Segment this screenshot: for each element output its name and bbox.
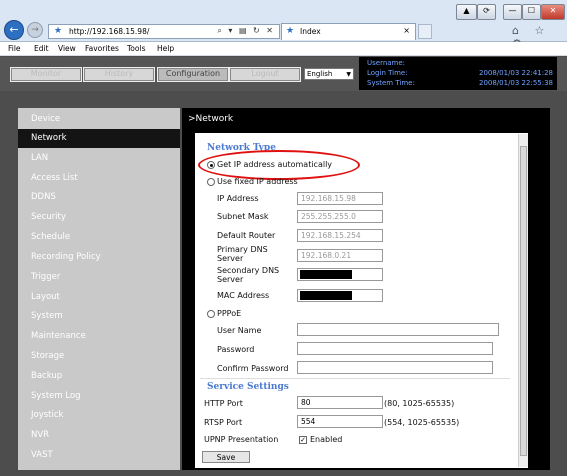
radio-pppoe[interactable] [207, 310, 215, 318]
system-time-value: 2008/01/03 22:55:38 [478, 79, 553, 87]
sidebar-item-ddns[interactable]: DDNS [18, 188, 180, 207]
history-button[interactable]: History [83, 67, 155, 82]
language-select[interactable]: English ▼ [304, 68, 354, 80]
minimize-button[interactable]: — [503, 4, 522, 20]
username-label: Username: [367, 59, 406, 67]
primary-dns-label: Primary DNS Server [217, 245, 268, 263]
highlight-ring [198, 150, 360, 180]
language-value: English [307, 70, 333, 78]
login-time-value: 2008/01/03 22:41:28 [478, 69, 553, 77]
maximize-button[interactable]: ☐ [522, 4, 541, 20]
pppoe-label: PPPoE [217, 309, 242, 318]
page-title: >Network [188, 114, 234, 124]
upnp-enabled-checkbox[interactable]: ✓ [299, 436, 307, 444]
sidebar-item-trigger[interactable]: Trigger [18, 268, 180, 287]
mac-address-label: MAC Address [217, 291, 270, 300]
sidebar-item-recording-policy[interactable]: Recording Policy [18, 248, 180, 267]
user-name-label: User Name [217, 326, 262, 335]
redaction-bar [300, 270, 352, 279]
menu-help[interactable]: Help [157, 44, 174, 53]
rtsp-port-hint: (554, 1025-65535) [384, 418, 460, 427]
tab-close-icon[interactable]: × [403, 26, 410, 35]
sidebar-item-device[interactable]: Device [18, 110, 180, 129]
browser-tab[interactable]: ★ Index × [281, 23, 416, 40]
upnp-enabled-label: Enabled [310, 435, 343, 444]
primary-dns-field[interactable]: 192.168.0.21 [297, 249, 383, 262]
menu-favorites[interactable]: Favorites [85, 44, 119, 53]
tab-favicon-icon: ★ [286, 26, 295, 36]
menu-view[interactable]: View [58, 44, 76, 53]
menu-bar: File Edit View Favorites Tools Help [0, 42, 567, 56]
menu-edit[interactable]: Edit [34, 44, 49, 53]
sidebar-item-backup[interactable]: Backup [18, 367, 180, 386]
ip-address-field[interactable]: 192.168.15.98 [297, 192, 383, 205]
address-bar[interactable]: ★ http://192.168.15.98/ ⌕ ▾ ▤ ↻ ✕ [48, 24, 280, 39]
password-label: Password [217, 345, 255, 354]
window-up-button[interactable]: ▲ [456, 4, 477, 20]
address-controls-icon[interactable]: ⌕ ▾ ▤ ↻ ✕ [217, 26, 275, 36]
sidebar-item-schedule[interactable]: Schedule [18, 228, 180, 247]
password-input[interactable] [297, 342, 493, 355]
radio-use-fixed-ip[interactable] [207, 178, 215, 186]
sidebar-item-system[interactable]: System [18, 307, 180, 326]
rtsp-port-label: RTSP Port [204, 418, 243, 427]
sidebar-item-storage[interactable]: Storage [18, 347, 180, 366]
sidebar-item-system-log[interactable]: System Log [18, 387, 180, 406]
monitor-button[interactable]: Monitor [10, 67, 82, 82]
secondary-dns-field[interactable] [297, 268, 383, 281]
http-port-label: HTTP Port [204, 399, 243, 408]
system-time-label: System Time: [367, 79, 415, 87]
confirm-password-label: Confirm Password [217, 364, 289, 373]
sidebar: Device Network LAN Access List DDNS Secu… [18, 108, 180, 470]
redaction-bar [300, 291, 352, 300]
scrollbar-thumb[interactable] [520, 146, 527, 456]
sidebar-item-joystick[interactable]: Joystick [18, 406, 180, 425]
tab-title: Index [300, 27, 321, 36]
confirm-password-input[interactable] [297, 361, 493, 374]
login-time-label: Login Time: [367, 69, 408, 77]
sidebar-item-vast[interactable]: VAST [18, 446, 180, 465]
sidebar-item-network[interactable]: Network [18, 129, 180, 148]
ip-address-label: IP Address [217, 194, 259, 203]
chevron-down-icon: ▼ [346, 71, 351, 78]
sidebar-item-maintenance[interactable]: Maintenance [18, 327, 180, 346]
sidebar-item-security[interactable]: Security [18, 208, 180, 227]
save-button[interactable]: Save [202, 451, 250, 463]
default-router-label: Default Router [217, 231, 276, 240]
configuration-button[interactable]: Configuration [157, 67, 229, 82]
section-divider [200, 378, 510, 379]
session-info: Username: Login Time: 2008/01/03 22:41:2… [359, 57, 557, 90]
sidebar-item-lan[interactable]: LAN [18, 149, 180, 168]
service-settings-heading: Service Settings [207, 382, 289, 392]
close-window-button[interactable]: ✕ [541, 4, 565, 20]
site-favicon-icon: ★ [54, 26, 63, 36]
subnet-mask-label: Subnet Mask [217, 212, 269, 221]
logout-button[interactable]: Logout [229, 67, 301, 82]
window-refresh-button[interactable]: ⟳ [477, 4, 496, 20]
forward-arrow-icon[interactable]: → [27, 22, 43, 38]
http-port-hint: (80, 1025-65535) [384, 399, 455, 408]
scrollbar[interactable] [518, 134, 528, 467]
mac-address-field[interactable] [297, 289, 383, 302]
upnp-presentation-label: UPNP Presentation [204, 435, 279, 444]
back-arrow-icon[interactable]: ← [4, 20, 24, 40]
sidebar-item-nvr[interactable]: NVR [18, 426, 180, 445]
http-port-input[interactable]: 80 [297, 396, 383, 409]
menu-file[interactable]: File [8, 44, 21, 53]
user-name-input[interactable] [297, 323, 499, 336]
option-fixed-label: Use fixed IP address [217, 177, 298, 186]
new-tab-button[interactable] [418, 24, 432, 39]
address-url[interactable]: http://192.168.15.98/ [69, 27, 149, 36]
secondary-dns-label: Secondary DNS Server [217, 266, 280, 284]
menu-tools[interactable]: Tools [127, 44, 145, 53]
rtsp-port-input[interactable]: 554 [297, 415, 383, 428]
sidebar-item-access-list[interactable]: Access List [18, 169, 180, 188]
sidebar-item-layout[interactable]: Layout [18, 288, 180, 307]
default-router-field[interactable]: 192.168.15.254 [297, 229, 383, 242]
subnet-mask-field[interactable]: 255.255.255.0 [297, 210, 383, 223]
